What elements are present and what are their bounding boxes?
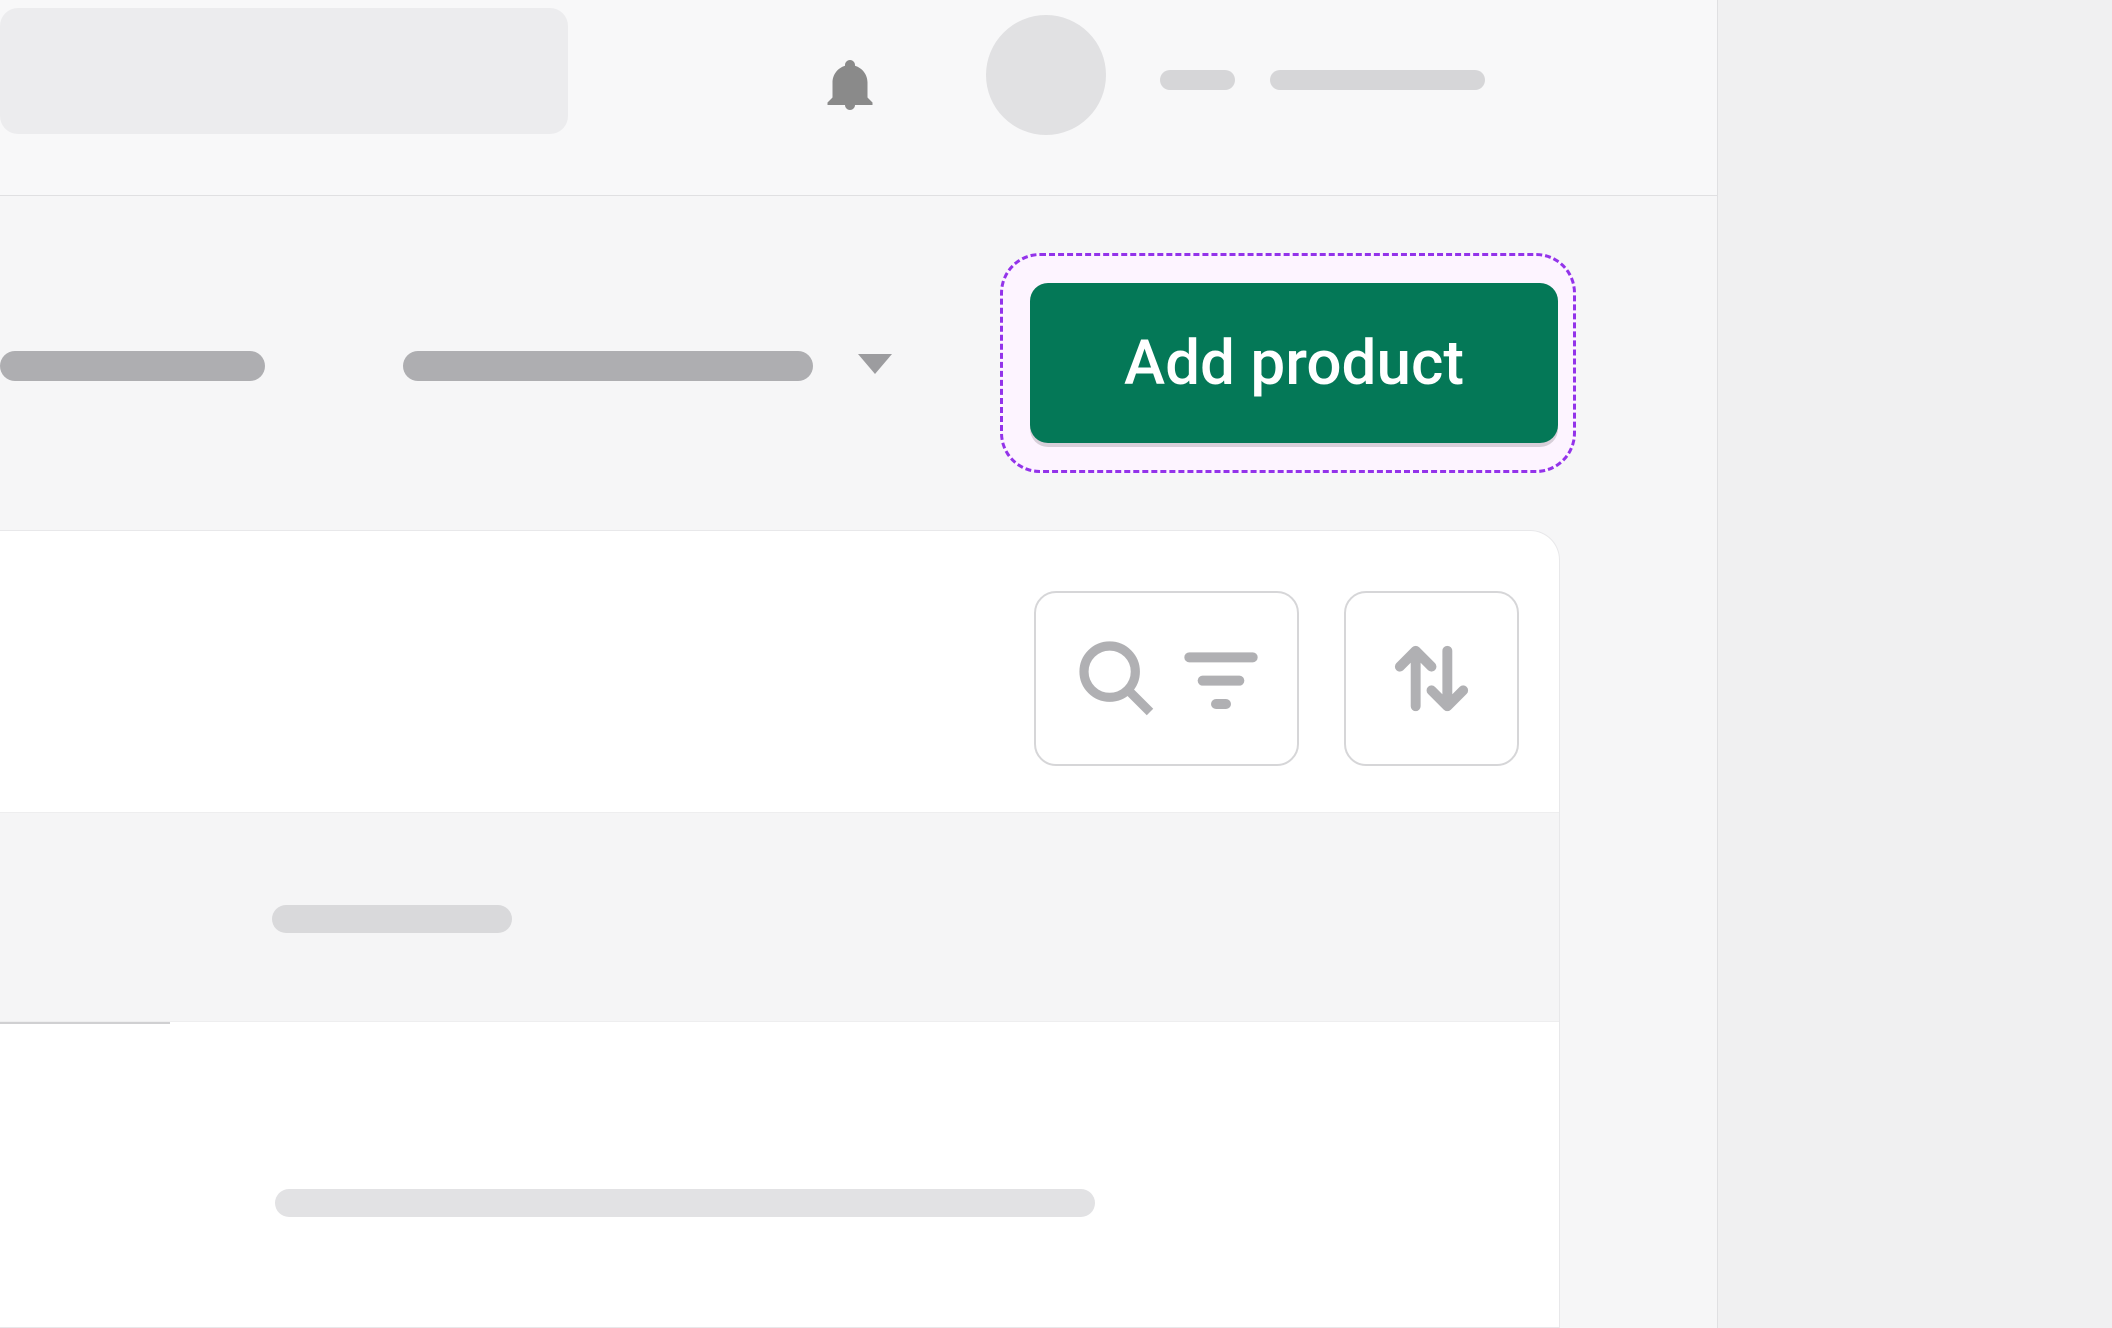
table-header-row — [0, 812, 1559, 1022]
add-product-label: Add product — [1124, 327, 1464, 400]
main-content-area: Add product — [0, 0, 1717, 1328]
secondary-action-placeholder[interactable] — [403, 351, 813, 381]
search-icon — [1073, 635, 1161, 723]
app-header — [0, 0, 1717, 196]
search-input[interactable] — [0, 8, 568, 134]
chevron-down-icon[interactable] — [858, 354, 892, 374]
card-toolbar — [1034, 591, 1519, 766]
user-name-placeholder — [1160, 70, 1235, 90]
user-store-placeholder — [1270, 70, 1485, 90]
sort-icon — [1384, 631, 1479, 726]
page-title-placeholder — [0, 351, 265, 381]
right-sidebar-panel — [1717, 0, 2112, 1328]
products-card — [0, 530, 1560, 1328]
page-toolbar: Add product — [0, 196, 1717, 526]
avatar[interactable] — [986, 15, 1106, 135]
column-header-placeholder — [272, 905, 512, 933]
search-filter-button[interactable] — [1034, 591, 1299, 766]
filter-icon — [1181, 644, 1261, 714]
table-row-placeholder — [275, 1189, 1095, 1217]
add-product-button[interactable]: Add product — [1030, 283, 1558, 443]
notifications-button[interactable] — [820, 50, 880, 120]
row-divider — [0, 1022, 170, 1024]
sort-button[interactable] — [1344, 591, 1519, 766]
bell-icon — [820, 50, 880, 120]
